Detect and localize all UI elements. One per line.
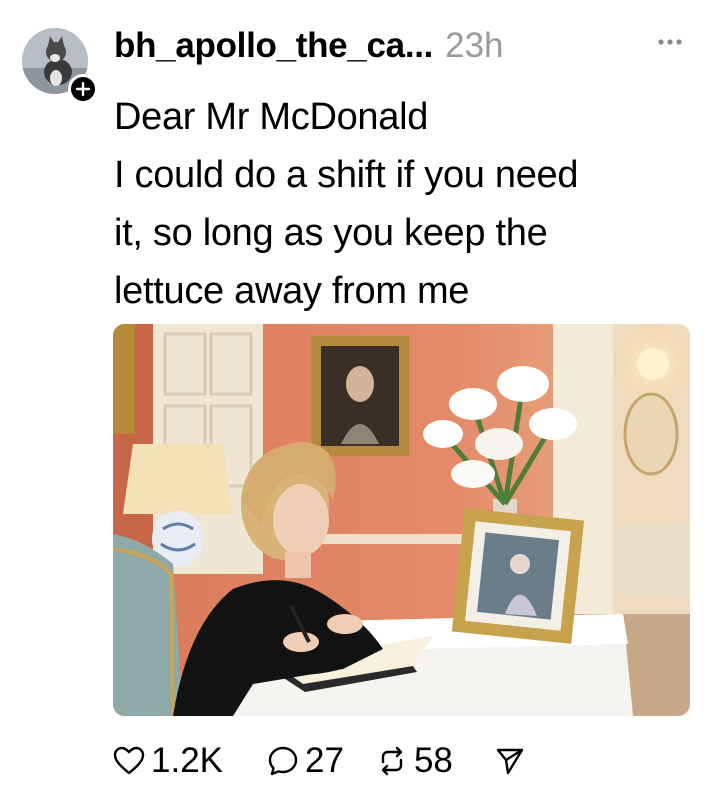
- repost-button[interactable]: 58: [376, 741, 453, 781]
- username[interactable]: bh_apollo_the_ca...: [114, 26, 433, 66]
- more-options-button[interactable]: [655, 34, 685, 50]
- more-options-icon: [658, 39, 682, 45]
- post-image[interactable]: [113, 324, 690, 716]
- post-text-line: I could do a shift if you need: [114, 154, 579, 196]
- post-header: bh_apollo_the_ca... 23h: [114, 26, 691, 74]
- reply-button[interactable]: 27: [267, 741, 344, 781]
- timestamp: 23h: [445, 26, 504, 65]
- avatar-wrapper: [22, 28, 98, 104]
- post-text-line: Dear Mr McDonald: [114, 96, 429, 138]
- comment-icon: [268, 746, 298, 776]
- photo-woman-signing-book-icon: [113, 324, 690, 716]
- like-button[interactable]: 1.2K: [113, 741, 223, 781]
- repost-icon: [381, 746, 403, 776]
- reply-count: 27: [305, 741, 344, 780]
- follow-button[interactable]: [68, 74, 98, 104]
- post-text-line: lettuce away from me: [114, 270, 470, 312]
- post-text-line: it, so long as you keep the: [114, 212, 548, 254]
- repost-count: 58: [413, 741, 453, 780]
- post-text: Dear Mr McDonald I could do a shift if y…: [114, 88, 684, 320]
- like-count: 1.2K: [151, 741, 223, 780]
- heart-icon: [113, 746, 145, 775]
- send-icon: [496, 748, 524, 775]
- plus-icon: [75, 81, 91, 97]
- action-bar: 1.2K 27 58: [113, 738, 525, 784]
- share-button[interactable]: [495, 746, 525, 776]
